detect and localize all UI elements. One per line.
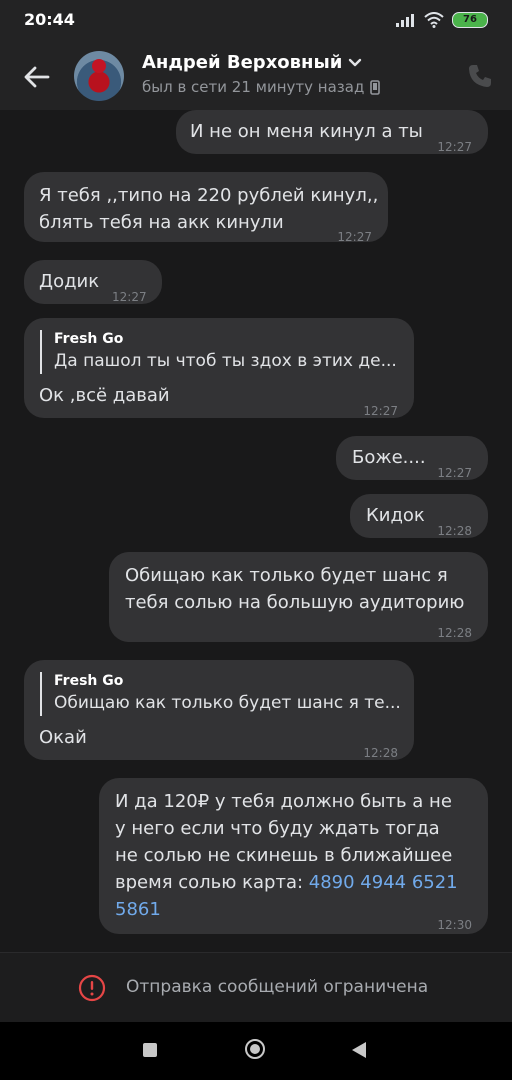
message-outgoing[interactable]: И да 120₽ у тебя должно быть а не у него…	[99, 778, 488, 934]
mobile-phone-icon	[370, 79, 381, 95]
home-icon[interactable]	[245, 1039, 265, 1059]
phone-icon[interactable]	[466, 62, 494, 90]
message-time: 12:27	[337, 230, 372, 244]
reply-author: Fresh Go	[54, 331, 124, 347]
message-incoming[interactable]: Я тебя ,,типо на 220 рублей кинул,, блят…	[24, 172, 388, 244]
contact-status-text: был в сети 21 минуту назад	[142, 78, 365, 96]
reply-text: Обищаю как только будет шанс я те...	[54, 693, 401, 713]
message-time: 12:28	[437, 626, 472, 640]
card-number-link[interactable]: 4890 4944 6521	[309, 872, 458, 893]
back-icon[interactable]	[352, 1042, 366, 1058]
arrow-left-icon[interactable]	[22, 62, 52, 92]
message-text: Ок ,всё давай	[39, 385, 170, 406]
message-text: И не он меня кинул а ты	[190, 121, 423, 142]
message-text-line: Я тебя ,,типо на 220 рублей кинул,,	[39, 185, 379, 206]
avatar[interactable]	[74, 51, 124, 101]
contact-name-text: Андрей Верховный	[142, 52, 343, 73]
message-text: Кидок	[366, 505, 425, 526]
signal-icon	[396, 14, 414, 27]
recent-apps-icon[interactable]	[143, 1043, 157, 1057]
message-text-line: не солью не скинешь в ближайшее	[115, 845, 453, 866]
contact-status: был в сети 21 минуту назад	[142, 78, 381, 96]
composer-restricted: Отправка сообщений ограничена	[0, 952, 512, 1023]
message-incoming-reply[interactable]: Fresh Go Обищаю как только будет шанс я …	[24, 660, 414, 760]
message-text-line: у него если что буду ждать тогда	[115, 818, 440, 839]
message-time: 12:30	[437, 918, 472, 932]
message-text-line: блять тебя на акк кинули	[39, 212, 284, 233]
message-text-line: И да 120₽ у тебя должно быть а не	[115, 791, 452, 812]
message-text-line: Обищаю как только будет шанс я	[125, 565, 448, 586]
message-time: 12:28	[363, 746, 398, 760]
message-time: 12:28	[437, 524, 472, 538]
restriction-notice: Отправка сообщений ограничена	[126, 977, 429, 997]
message-text: Окай	[39, 727, 87, 748]
message-text: Додик	[39, 271, 100, 292]
message-time: 12:27	[437, 140, 472, 154]
wifi-icon	[424, 12, 444, 28]
status-icons: 76	[396, 12, 488, 28]
contact-name[interactable]: Андрей Верховный	[142, 52, 362, 73]
message-text-line: тебя солью на большую аудиторию	[125, 592, 465, 613]
message-time: 12:27	[363, 404, 398, 418]
reply-author: Fresh Go	[54, 673, 124, 689]
reply-quote[interactable]: Fresh Go Да пашол ты чтоб ты здох в этих…	[40, 330, 399, 374]
message-outgoing[interactable]: И не он меня кинул а ты 12:27	[176, 110, 488, 154]
message-text-line: время солью карта: 4890 4944 6521	[115, 869, 458, 896]
message-time: 12:27	[437, 466, 472, 480]
message-incoming[interactable]: Додик 12:27	[24, 260, 162, 304]
chevron-down-icon	[349, 58, 362, 66]
message-text-line-part: время солью карта:	[115, 872, 309, 893]
message-outgoing[interactable]: Обищаю как только будет шанс я тебя соль…	[109, 552, 488, 642]
message-text: Боже....	[352, 447, 426, 468]
message-outgoing[interactable]: Кидок 12:28	[350, 494, 488, 538]
system-nav-bar	[0, 1022, 512, 1080]
chat-header: Андрей Верховный был в сети 21 минуту на…	[0, 42, 512, 110]
status-bar: 20:44 76	[0, 0, 512, 42]
reply-text: Да пашол ты чтоб ты здох в этих де...	[54, 351, 397, 371]
status-time: 20:44	[24, 10, 75, 29]
reply-quote[interactable]: Fresh Go Обищаю как только будет шанс я …	[40, 672, 401, 716]
message-time: 12:27	[112, 290, 147, 304]
battery-icon: 76	[452, 12, 488, 28]
message-incoming-reply[interactable]: Fresh Go Да пашол ты чтоб ты здох в этих…	[24, 318, 414, 418]
message-outgoing[interactable]: Боже.... 12:27	[336, 436, 488, 480]
message-list[interactable]: И не он меня кинул а ты 12:27 Я тебя ,,т…	[0, 110, 512, 952]
exclamation-circle-icon	[78, 974, 106, 1002]
card-number-link[interactable]: 5861	[115, 896, 161, 923]
